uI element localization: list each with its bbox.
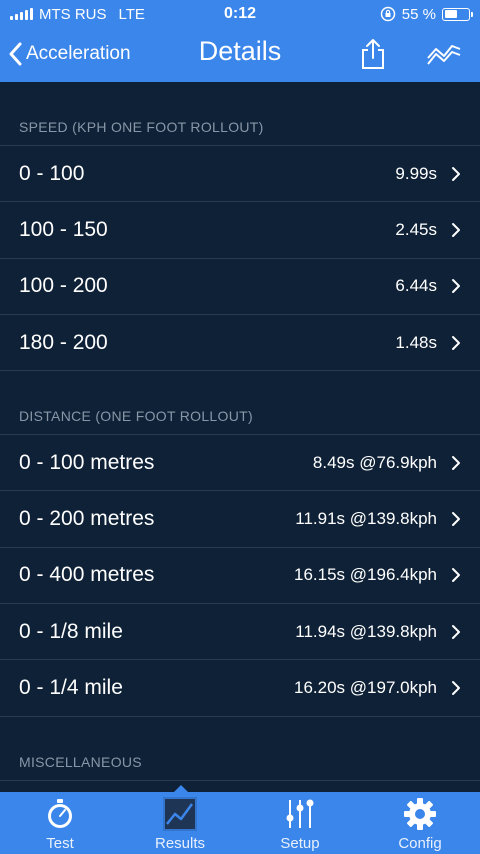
details-list[interactable]: SPEED (KPH ONE FOOT ROLLOUT) 0 - 100 9.99… — [0, 82, 480, 792]
status-left: MTS RUS LTE — [10, 6, 380, 23]
signal-icon — [10, 8, 33, 20]
tab-results[interactable]: Results — [120, 792, 240, 854]
back-button-label: Acceleration — [26, 43, 131, 64]
row-value: 2.45s — [395, 219, 437, 239]
chevron-right-icon — [451, 680, 461, 696]
status-bar: MTS RUS LTE 0:12 55 % — [0, 0, 480, 28]
list-row[interactable]: 100 - 150 2.45s — [0, 202, 480, 259]
list-row[interactable]: 0 - 400 metres 16.15s @196.4kph — [0, 548, 480, 605]
row-value: 16.15s @196.4kph — [294, 565, 437, 585]
row-label: 0 - 200 metres — [19, 507, 155, 531]
list-row[interactable]: 0 - 1/8 mile 11.94s @139.8kph — [0, 604, 480, 661]
row-label: 100 - 150 — [19, 217, 108, 241]
row-value: 9.99s — [395, 163, 437, 183]
chevron-right-icon — [451, 278, 461, 294]
row-value: 8.49s @76.9kph — [312, 452, 437, 472]
chevron-right-icon — [451, 222, 461, 238]
graph-icon — [427, 45, 461, 65]
share-button[interactable] — [355, 36, 391, 72]
chevron-right-icon — [451, 567, 461, 583]
chevron-right-icon — [451, 455, 461, 471]
tab-setup[interactable]: Setup — [240, 792, 360, 854]
tab-setup-label: Setup — [280, 835, 320, 852]
row-value: 1.48s — [395, 332, 437, 352]
row-value: 16.20s @197.0kph — [294, 678, 437, 698]
chevron-right-icon — [451, 166, 461, 182]
tab-config-label: Config — [398, 835, 442, 852]
row-value: 11.94s @139.8kph — [295, 621, 437, 641]
chevron-right-icon — [451, 511, 461, 527]
list-row[interactable]: 180 - 200 1.48s — [0, 315, 480, 372]
row-label: 0 - 100 — [19, 161, 85, 185]
distance-section-header: DISTANCE (ONE FOOT ROLLOUT) — [0, 371, 480, 436]
row-label: 0 - 400 metres — [19, 563, 155, 587]
tab-indicator — [174, 785, 188, 792]
tab-results-label: Results — [154, 835, 206, 852]
chevron-right-icon — [451, 335, 461, 351]
distance-section: 0 - 100 metres 8.49s @76.9kph 0 - 200 metr… — [0, 435, 480, 717]
row-label: 0 - 1/8 mile — [19, 619, 123, 643]
speed-section-header: SPEED (KPH ONE FOOT ROLLOUT) — [0, 82, 480, 146]
carrier-label: MTS RUS — [39, 5, 107, 23]
row-label: 0 - 1/4 mile — [19, 676, 123, 700]
chevron-left-icon — [9, 42, 22, 66]
sliders-icon — [283, 797, 317, 831]
graph-button[interactable] — [424, 36, 464, 72]
list-row[interactable]: 100 - 200 6.44s — [0, 259, 480, 315]
status-right: 55 % — [380, 5, 473, 23]
rotation-lock-icon — [380, 6, 396, 22]
list-row[interactable]: 0 - 100 metres 8.49s @76.9kph — [0, 435, 480, 492]
row-value: 6.44s — [395, 276, 437, 296]
chart-icon — [163, 797, 197, 831]
tab-config[interactable]: Config — [360, 792, 480, 854]
nav-bar: Acceleration Details — [0, 28, 480, 82]
row-label: 100 - 200 — [19, 274, 108, 298]
tab-test[interactable]: Test — [0, 792, 120, 854]
back-button[interactable]: Acceleration — [8, 38, 131, 70]
misc-section-header: MISCELLANEOUS — [0, 717, 480, 781]
stopwatch-icon — [43, 797, 77, 831]
battery-percent: 55 % — [401, 5, 436, 23]
chevron-right-icon — [451, 624, 461, 640]
battery-fill — [444, 10, 458, 18]
row-label: 180 - 200 — [19, 330, 108, 354]
tab-test-label: Test — [46, 835, 74, 852]
list-row[interactable]: 0 - 1/4 mile 16.20s @197.0kph — [0, 660, 480, 717]
network-label: LTE — [118, 5, 145, 23]
gear-icon — [403, 797, 437, 831]
speed-section: 0 - 100 9.99s 100 - 150 2.45s 100 - 200 6.44s… — [0, 146, 480, 372]
row-label: 0 - 100 metres — [19, 450, 155, 474]
list-row[interactable]: 0 - 100 9.99s — [0, 146, 480, 203]
row-value: 11.91s @139.8kph — [295, 509, 437, 529]
battery-icon — [442, 7, 473, 21]
share-icon — [362, 39, 384, 69]
list-row[interactable]: 0 - 200 metres 11.91s @139.8kph — [0, 491, 480, 548]
tab-bar: Test Results Setup Config — [0, 785, 480, 854]
